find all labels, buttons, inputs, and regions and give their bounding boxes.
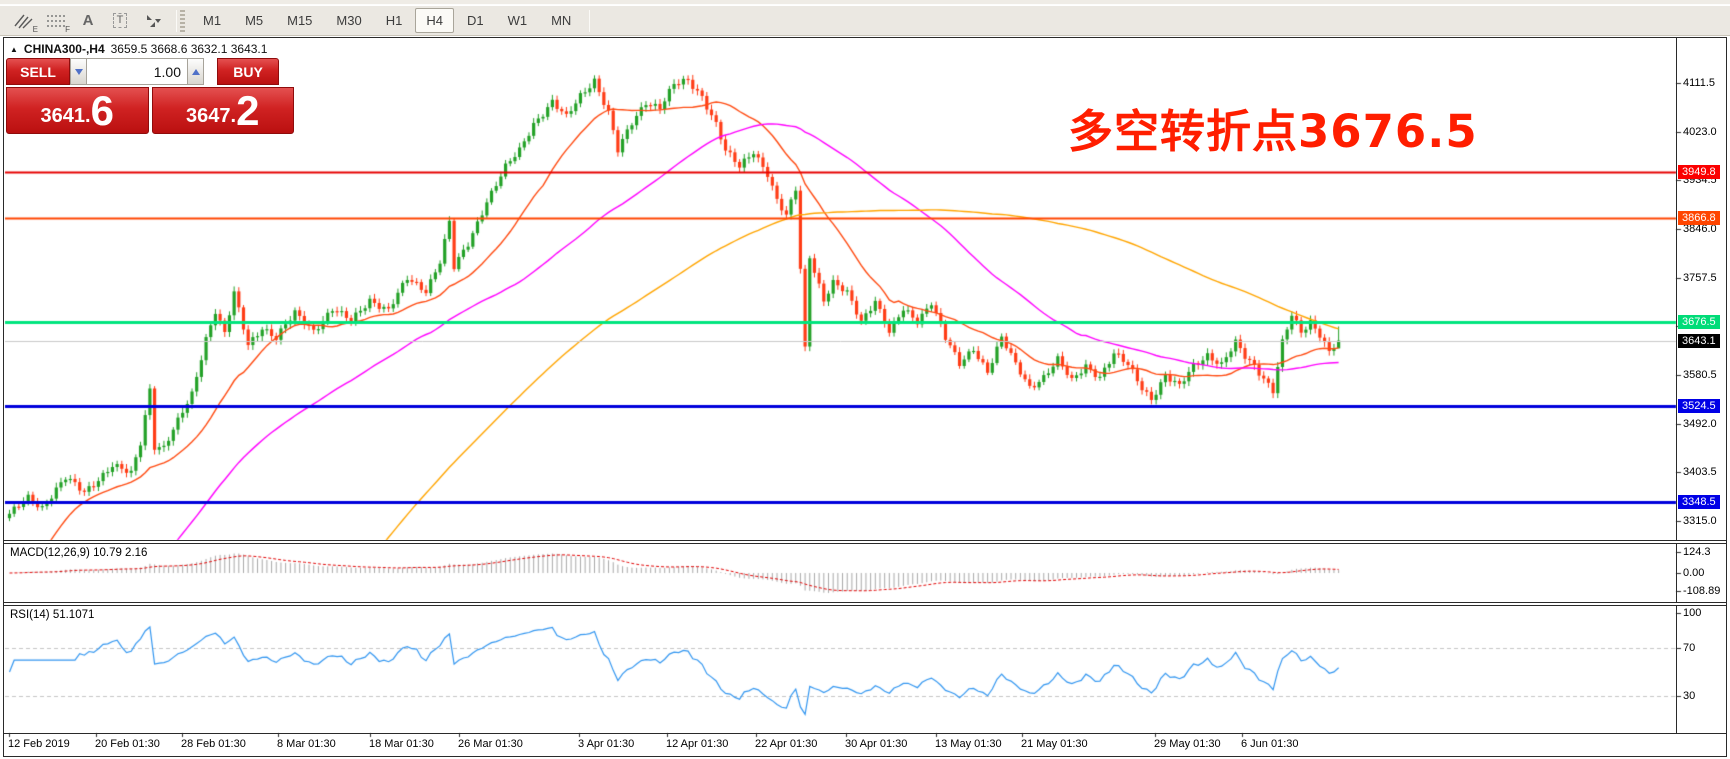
chart-annotation-text: 多空转折点3676.5 [1068,105,1478,158]
ask-price-integer: 3647 [186,105,231,127]
bid-price-big-digit: 6 [90,87,114,135]
trading-platform-window: E F A T M1M5M15M30H1H4D1W1MN [0,0,1730,759]
symbol-name: CHINA300-,H4 [23,42,105,56]
ask-price-box[interactable]: 3647 . 2 [151,87,294,135]
collapse-triangle-icon[interactable]: ▲ [10,45,18,54]
bid-price-integer: 3641 [40,105,86,127]
macd-panel-splitter[interactable] [4,540,1726,544]
one-click-trade-panel: SELL BUY 3641 . 6 3647 . 2 [6,58,294,134]
bid-price-box[interactable]: 3641 . 6 [6,87,149,134]
volume-up-icon [191,68,200,75]
volume-increase-button[interactable] [187,58,204,85]
sell-button[interactable]: SELL [6,58,70,85]
date-axis-border [4,733,1726,734]
macd-indicator-label: MACD(12,26,9) 10.79 2.16 [10,547,148,559]
ask-price-big-digit: 2 [236,87,260,135]
rsi-indicator-label: RSI(14) 51.1071 [10,609,95,621]
price-axis-border [1676,38,1677,733]
volume-input[interactable] [87,58,187,85]
rsi-panel-splitter[interactable] [4,602,1726,606]
trade-panel-spacer [204,58,217,85]
ohlc-values: 3659.5 3668.6 3632.1 3643.1 [110,42,268,56]
symbol-ohlc-line: ▲ CHINA300-,H4 3659.5 3668.6 3632.1 3643… [10,42,267,56]
buy-button[interactable]: BUY [217,58,279,85]
volume-down-icon [74,68,83,75]
volume-decrease-button[interactable] [70,58,87,85]
